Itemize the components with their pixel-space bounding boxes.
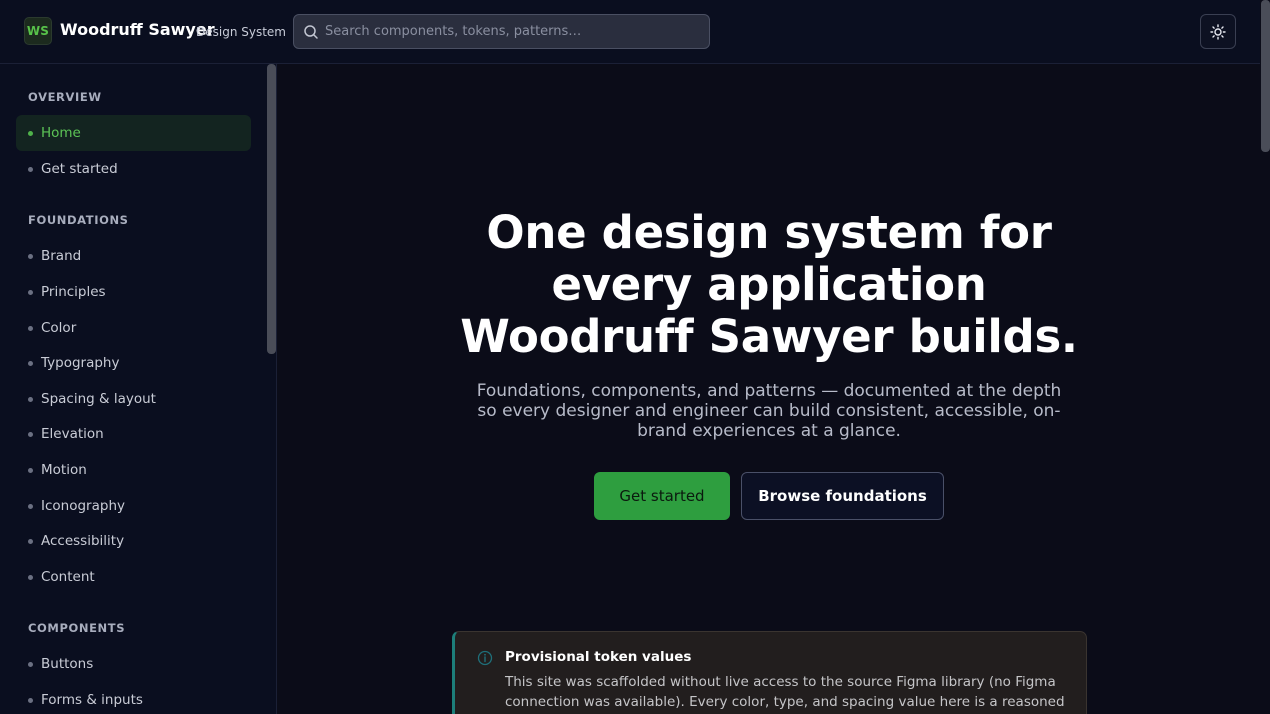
- bullet-icon: [28, 661, 33, 667]
- bullet-icon: [28, 431, 33, 437]
- bullet-icon: [28, 253, 33, 259]
- sidebar-section-title: OVERVIEW: [28, 90, 102, 104]
- theme-toggle-button[interactable]: [1200, 14, 1236, 49]
- sidebar-item-label: Brand: [41, 248, 82, 264]
- sidebar-item-label: Forms & inputs: [41, 692, 143, 708]
- hero-title: One design system for every application …: [460, 206, 1078, 363]
- search-input[interactable]: [325, 15, 695, 48]
- bullet-icon: [28, 325, 33, 331]
- sidebar-item-label: Principles: [41, 284, 106, 300]
- bullet-icon: [28, 503, 33, 509]
- sidebar-scrollbar[interactable]: [267, 64, 276, 354]
- browse-foundations-button[interactable]: Browse foundations: [741, 472, 944, 520]
- sidebar-item-label: Iconography: [41, 498, 125, 514]
- logo-badge[interactable]: WS: [24, 17, 52, 45]
- top-header: WS Woodruff Sawyer Design System: [0, 0, 1260, 64]
- sidebar-item-label: Accessibility: [41, 533, 125, 549]
- hero-subtitle: Foundations, components, and patterns — …: [476, 381, 1062, 441]
- sidebar-item-label: Elevation: [41, 426, 104, 442]
- brand-name[interactable]: Woodruff Sawyer: [60, 20, 215, 39]
- sidebar-item-brand[interactable]: Brand: [16, 238, 251, 274]
- sidebar-item-label: Spacing & layout: [41, 391, 156, 407]
- sidebar-nav: OVERVIEW Home Get started FOUNDATIONS Br…: [0, 64, 277, 714]
- search-box[interactable]: [293, 14, 710, 49]
- sidebar-item-iconography[interactable]: Iconography: [16, 488, 251, 524]
- sidebar-item-label: Get started: [41, 161, 118, 177]
- info-icon: [477, 650, 493, 666]
- sidebar-item-label: Content: [41, 569, 95, 585]
- bullet-icon: [28, 396, 33, 402]
- bullet-icon: [28, 360, 33, 366]
- bullet-icon: [28, 467, 33, 473]
- callout-body: This site was scaffolded without live ac…: [505, 674, 1065, 710]
- sidebar-item-motion[interactable]: Motion: [16, 452, 251, 488]
- sidebar-item-forms-inputs[interactable]: Forms & inputs: [16, 682, 251, 714]
- bullet-icon: [28, 166, 33, 172]
- page-scrollbar-thumb[interactable]: [1261, 0, 1270, 152]
- search-icon: [304, 25, 318, 39]
- sidebar-section-title: COMPONENTS: [28, 621, 126, 635]
- sidebar-item-label: Color: [41, 320, 77, 336]
- bullet-icon: [28, 289, 33, 295]
- sidebar-item-accessibility[interactable]: Accessibility: [16, 523, 251, 559]
- sidebar-section-title: FOUNDATIONS: [28, 213, 129, 227]
- sidebar-item-home[interactable]: Home: [16, 115, 251, 151]
- sidebar-item-spacing-layout[interactable]: Spacing & layout: [16, 381, 251, 417]
- bullet-icon: [28, 697, 33, 703]
- get-started-button[interactable]: Get started: [594, 472, 730, 520]
- brand-subtitle: Design System: [196, 25, 286, 39]
- main-content: One design system for every application …: [278, 64, 1260, 714]
- bullet-icon: [28, 538, 33, 544]
- bullet-icon: [28, 574, 33, 580]
- sidebar-item-buttons[interactable]: Buttons: [16, 646, 251, 682]
- sidebar-item-content[interactable]: Content: [16, 559, 251, 595]
- provisional-values-callout: Provisional token values This site was s…: [452, 631, 1087, 714]
- sidebar-item-get-started[interactable]: Get started: [16, 151, 251, 187]
- sidebar-item-color[interactable]: Color: [16, 310, 251, 346]
- sidebar-item-label: Buttons: [41, 656, 94, 672]
- sidebar-item-label: Typography: [41, 355, 120, 371]
- sidebar-item-typography[interactable]: Typography: [16, 345, 251, 381]
- sidebar-item-label: Home: [41, 125, 81, 141]
- sidebar-item-label: Motion: [41, 462, 87, 478]
- callout-title: Provisional token values: [505, 649, 692, 665]
- bullet-icon: [28, 130, 33, 136]
- sun-icon: [1210, 23, 1226, 40]
- sidebar-item-principles[interactable]: Principles: [16, 274, 251, 310]
- sidebar-item-elevation[interactable]: Elevation: [16, 416, 251, 452]
